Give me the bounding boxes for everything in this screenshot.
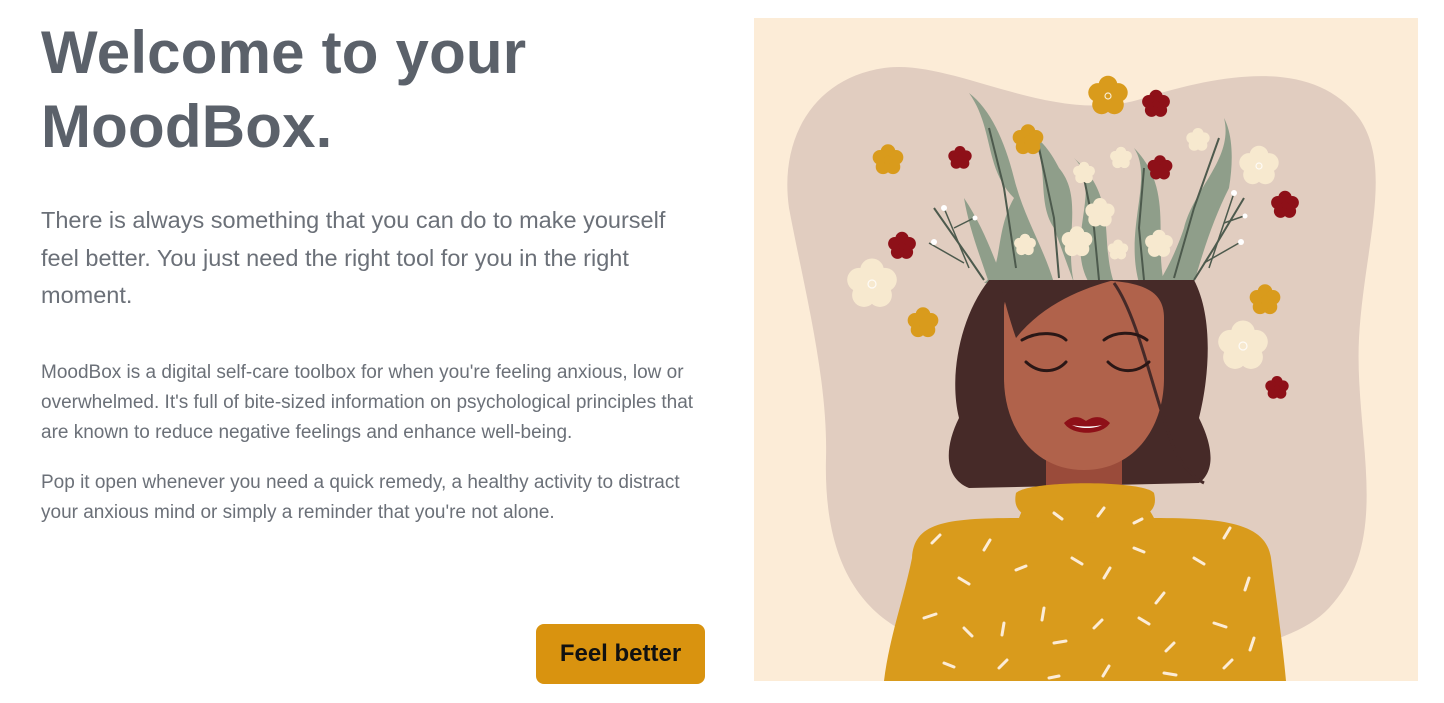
- woman-with-flowers-illustration: [787, 67, 1376, 681]
- title-line-2: MoodBox.: [41, 93, 333, 160]
- hero-text: Welcome to your MoodBox. There is always…: [41, 16, 701, 528]
- feel-better-button[interactable]: Feel better: [536, 624, 705, 684]
- title-line-1: Welcome to your: [41, 19, 527, 86]
- hero-illustration: [754, 18, 1418, 681]
- page-title: Welcome to your MoodBox.: [41, 16, 701, 164]
- lead-text: There is always something that you can d…: [41, 207, 666, 308]
- description-paragraph-1: MoodBox is a digital self-care toolbox f…: [41, 361, 694, 443]
- description-paragraph-2: Pop it open whenever you need a quick re…: [41, 471, 680, 523]
